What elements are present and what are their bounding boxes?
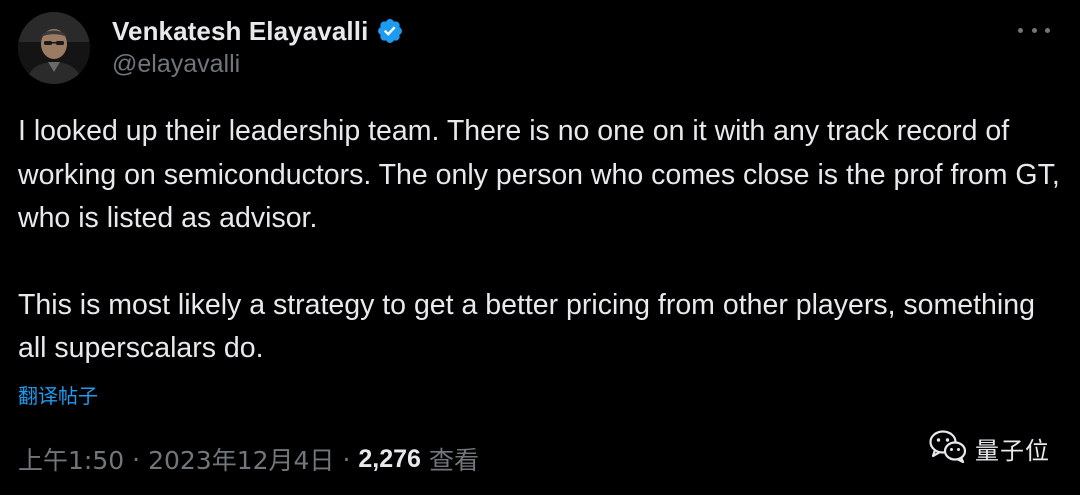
tweet-text: I looked up their leadership team. There… xyxy=(18,110,1063,371)
author-handle[interactable]: @elayavalli xyxy=(112,50,240,79)
more-dot-icon xyxy=(1018,27,1023,33)
verified-badge-icon[interactable] xyxy=(376,17,404,45)
more-dot-icon xyxy=(1045,27,1050,33)
avatar-image xyxy=(18,12,90,84)
avatar[interactable] xyxy=(18,12,90,84)
translate-post-link[interactable]: 翻译帖子 xyxy=(18,380,98,409)
meta-separator: · xyxy=(342,444,351,474)
author-name-row: Venkatesh Elayavalli xyxy=(112,14,404,48)
more-options-icon[interactable] xyxy=(1018,18,1050,42)
meta-separator: · xyxy=(132,444,141,474)
tweet-paragraph: This is most likely a strategy to get a … xyxy=(18,288,1035,365)
author-display-name[interactable]: Venkatesh Elayavalli xyxy=(112,16,368,47)
wechat-icon xyxy=(929,429,967,468)
tweet-meta: 上午1:50 · 2023年12月4日 · 2,276 查看 xyxy=(18,441,479,477)
tweet-time[interactable]: 上午1:50 xyxy=(18,441,124,477)
more-dot-icon xyxy=(1031,27,1037,33)
watermark: 量子位 xyxy=(929,426,1050,470)
views-count: 2,276 xyxy=(358,444,421,473)
tweet-card: Venkatesh Elayavalli @elayavalli I looke… xyxy=(0,0,1080,495)
tweet-date[interactable]: 2023年12月4日 xyxy=(148,441,334,477)
tweet-paragraph: I looked up their leadership team. There… xyxy=(18,115,1060,234)
watermark-text: 量子位 xyxy=(975,436,1050,465)
views-label: 查看 xyxy=(428,446,479,475)
